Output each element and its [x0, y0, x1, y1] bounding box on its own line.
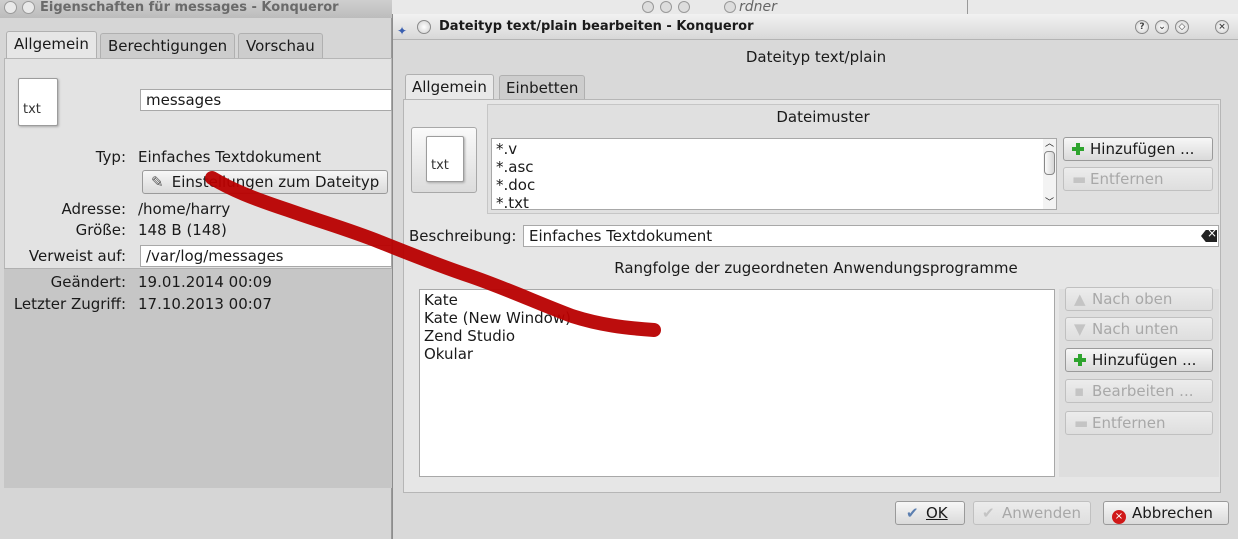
pattern-item[interactable]: *.asc	[496, 158, 1052, 176]
filetype-settings-button[interactable]: ✎ Einstellungen zum Dateityp	[142, 170, 388, 194]
name-input[interactable]: messages	[140, 89, 392, 111]
bg-maximize-icon	[678, 1, 690, 13]
bg-window-title: rdner	[739, 0, 777, 15]
accessed-label: Letzter Zugriff:	[13, 295, 126, 313]
file-type-icon[interactable]: txt	[18, 78, 58, 126]
tab-allgemein[interactable]: Allgemein	[6, 31, 97, 59]
tab-vorschau[interactable]: Vorschau	[238, 33, 323, 59]
move-down-button[interactable]: ▼ Nach unten	[1065, 317, 1213, 341]
window-menu-icon[interactable]	[4, 1, 17, 14]
remove-pattern-label: Entfernen	[1090, 170, 1164, 188]
app-item[interactable]: Okular	[424, 345, 1050, 363]
link-target-label: Verweist auf:	[28, 247, 126, 265]
modified-label: Geändert:	[50, 273, 126, 291]
edit-app-label: Bearbeiten ...	[1092, 382, 1194, 400]
dialog-titlebar: ✦ Dateityp text/plain bearbeiten - Konqu…	[393, 14, 1238, 40]
cancel-button[interactable]: × Abbrechen	[1103, 501, 1229, 525]
konqueror-icon: ✦	[397, 24, 408, 38]
modified-value: 19.01.2014 00:09	[138, 273, 272, 291]
size-label: Größe:	[75, 221, 126, 239]
text-file-icon-label: txt	[431, 158, 449, 173]
dialog-heading: Dateityp text/plain	[745, 48, 887, 66]
size-value: 148 B (148)	[138, 221, 227, 239]
cancel-icon: ×	[1112, 510, 1126, 524]
apps-list[interactable]: Kate Kate (New Window) Zend Studio Okula…	[419, 289, 1055, 477]
add-pattern-button[interactable]: Hinzufügen ...	[1063, 137, 1213, 161]
tab-berechtigungen[interactable]: Berechtigungen	[100, 33, 236, 59]
arrow-up-icon: ▲	[1074, 290, 1086, 308]
remove-app-button[interactable]: ▬ Entfernen	[1065, 411, 1213, 435]
restore-icon[interactable]: ◇	[1175, 20, 1189, 34]
patterns-list[interactable]: *.v *.asc *.doc *.txt	[491, 138, 1057, 210]
description-input[interactable]: Einfaches Textdokument	[523, 225, 1219, 247]
move-down-label: Nach unten	[1092, 320, 1179, 338]
wrench-icon: ✎	[151, 173, 164, 191]
filetype-icon-button[interactable]: txt	[411, 127, 477, 193]
patterns-scroll-thumb[interactable]	[1044, 151, 1055, 175]
address-label: Adresse:	[61, 200, 127, 218]
move-up-button[interactable]: ▲ Nach oben	[1065, 287, 1213, 311]
minimize-icon[interactable]: ⌄	[1155, 20, 1169, 34]
add-pattern-label: Hinzufügen ...	[1090, 140, 1195, 158]
scroll-up-icon[interactable]: ︿	[1045, 136, 1054, 149]
add-icon	[1072, 143, 1084, 155]
edit-app-button[interactable]: ▪ Bearbeiten ...	[1065, 379, 1213, 403]
move-up-label: Nach oben	[1092, 290, 1173, 308]
link-target-input[interactable]: /var/log/messages	[140, 245, 392, 267]
apply-label: Anwenden	[1002, 504, 1082, 522]
pattern-item[interactable]: *.doc	[496, 176, 1052, 194]
patterns-scrollbar[interactable]: ︿ ﹀	[1043, 139, 1056, 209]
help-icon[interactable]: ?	[1135, 20, 1149, 34]
edit-filetype-dialog: ✦ Dateityp text/plain bearbeiten - Konqu…	[392, 14, 1238, 539]
add-app-label: Hinzufügen ...	[1092, 351, 1197, 369]
pattern-item[interactable]: *.v	[496, 140, 1052, 158]
description-label: Beschreibung:	[409, 227, 517, 245]
checkmark-icon: ✔	[906, 504, 919, 522]
tab-einbetten[interactable]: Einbetten	[499, 75, 586, 100]
properties-window: Eigenschaften für messages - Konqueror A…	[0, 0, 392, 539]
window-menu-icon[interactable]	[417, 20, 431, 34]
remove-app-label: Entfernen	[1092, 414, 1166, 432]
properties-window-title-text: Eigenschaften für messages - Konqueror	[40, 0, 339, 15]
apps-heading: Rangfolge der zugeordneten Anwendungspro…	[614, 259, 1018, 277]
accessed-value: 17.10.2013 00:07	[138, 295, 272, 313]
app-item[interactable]: Kate	[424, 291, 1050, 309]
cancel-label: Abbrechen	[1132, 504, 1213, 522]
bg-folder-icon	[724, 1, 736, 13]
scroll-down-icon[interactable]: ﹀	[1045, 195, 1054, 208]
close-icon[interactable]: ×	[1215, 20, 1229, 34]
bg-minimize-icon	[660, 1, 672, 13]
add-icon	[1074, 354, 1086, 366]
type-value: Einfaches Textdokument	[138, 148, 322, 166]
tab-allgemein[interactable]: Allgemein	[405, 74, 494, 100]
pattern-item[interactable]: *.txt	[496, 194, 1052, 209]
arrow-down-icon: ▼	[1074, 320, 1086, 338]
type-label: Typ:	[95, 148, 126, 166]
filetype-settings-label: Einstellungen zum Dateityp	[171, 173, 380, 191]
window-pin-icon[interactable]	[22, 1, 35, 14]
remove-pattern-button[interactable]: ▬ Entfernen	[1063, 167, 1213, 191]
text-file-icon: txt	[426, 136, 464, 182]
properties-window-title: Eigenschaften für messages - Konqueror	[0, 0, 392, 18]
ok-label: OK	[926, 504, 948, 522]
patterns-heading: Dateimuster	[776, 108, 870, 126]
remove-icon: ▬	[1072, 170, 1087, 188]
app-item[interactable]: Kate (New Window)	[424, 309, 1050, 327]
address-value: /home/harry	[138, 200, 231, 218]
bg-help-icon	[642, 1, 654, 13]
remove-icon: ▬	[1074, 414, 1089, 432]
ok-button[interactable]: ✔ OK	[895, 501, 965, 525]
app-item[interactable]: Zend Studio	[424, 327, 1050, 345]
apply-icon: ✔	[982, 504, 995, 522]
add-app-button[interactable]: Hinzufügen ...	[1065, 348, 1213, 372]
apply-button[interactable]: ✔ Anwenden	[973, 501, 1091, 525]
dialog-title: Dateityp text/plain bearbeiten - Konquer…	[439, 19, 754, 34]
edit-icon: ▪	[1074, 382, 1085, 400]
file-type-icon-label: txt	[23, 102, 41, 117]
